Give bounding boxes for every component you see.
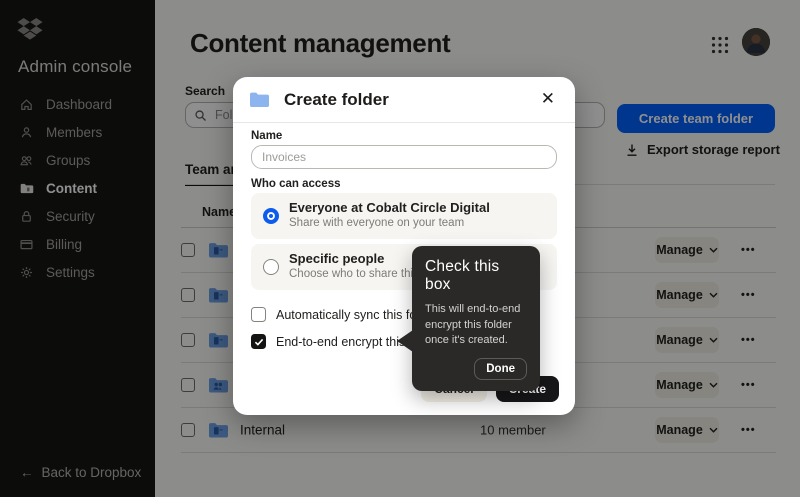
folder-name-input[interactable]	[251, 145, 557, 169]
tooltip-title: Check this box	[425, 258, 527, 294]
modal-title: Create folder	[284, 90, 389, 110]
folder-icon	[249, 91, 270, 108]
modal-header: Create folder ✕	[233, 77, 575, 123]
app-window: Admin console Dashboard Members Groups C…	[0, 0, 800, 497]
radio-selected-icon[interactable]	[263, 208, 279, 224]
close-icon[interactable]: ✕	[535, 89, 561, 108]
checkbox-checked-icon[interactable]	[251, 334, 266, 349]
access-option-subtitle: Share with everyone on your team	[289, 217, 464, 229]
tooltip-footer: Done	[425, 358, 527, 380]
tooltip-arrow	[397, 330, 413, 352]
radio-unselected-icon[interactable]	[263, 259, 279, 275]
check-this-box-tooltip: Check this box This will end-to-end encr…	[412, 246, 540, 391]
access-option-title: Everyone at Cobalt Circle Digital	[289, 200, 490, 215]
checkbox-unchecked-icon[interactable]	[251, 307, 266, 322]
access-option-everyone[interactable]: Everyone at Cobalt Circle Digital Share …	[251, 193, 557, 239]
name-field-label: Name	[251, 130, 282, 142]
tooltip-body: This will end-to-end encrypt this folder…	[425, 302, 527, 349]
done-button[interactable]: Done	[474, 358, 527, 380]
access-option-title: Specific people	[289, 251, 384, 266]
who-can-access-label: Who can access	[251, 178, 340, 190]
